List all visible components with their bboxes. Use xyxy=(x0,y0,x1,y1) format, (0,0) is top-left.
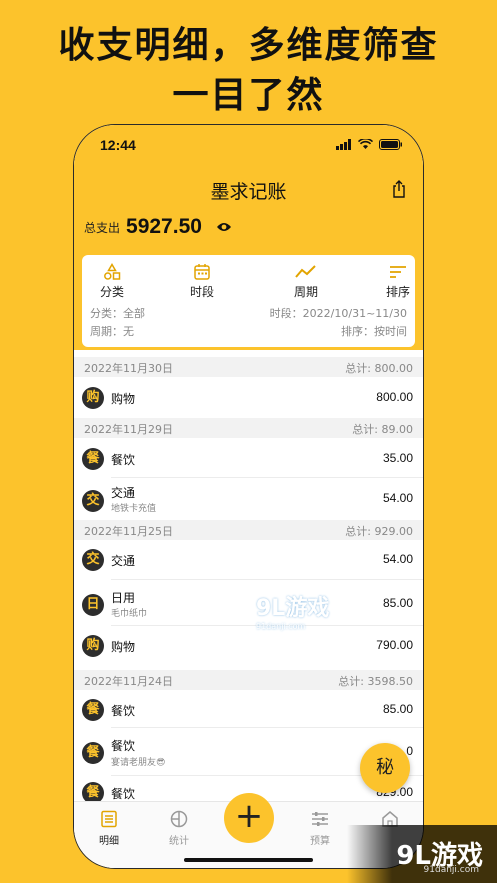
tab-budget[interactable]: 预算 xyxy=(295,810,345,847)
item-name: 餐饮 xyxy=(111,787,136,801)
battery-icon xyxy=(379,139,402,150)
item-amount: 790.00 xyxy=(376,638,413,652)
share-icon[interactable] xyxy=(391,180,407,198)
date-total: 总计: 800.00 xyxy=(345,362,413,375)
category-icon: 购 xyxy=(82,387,104,409)
filter-card: 分类 时段 周期 排序 分类：全部 时段：2022/10/31~11/30 周期… xyxy=(82,255,415,347)
watermark-center-text: 9L游戏 xyxy=(256,596,330,621)
item-amount: 85.00 xyxy=(382,596,413,610)
filter-category-value: 分类：全部 xyxy=(90,307,145,320)
eye-icon[interactable] xyxy=(216,221,232,233)
item-note: 地铁卡充值 xyxy=(111,504,157,514)
filter-tab-label: 时段 xyxy=(189,285,214,299)
watermark-center-sub: 91danji.com xyxy=(256,622,306,631)
date-label: 2022年11月29日 xyxy=(84,423,173,436)
date-label: 2022年11月25日 xyxy=(84,525,173,538)
date-header: 2022年11月30日 总计: 800.00 xyxy=(74,357,423,377)
tab-label: 统计 xyxy=(169,836,189,847)
date-label: 2022年11月30日 xyxy=(84,362,173,375)
filter-info-row1: 分类：全部 时段：2022/10/31~11/30 xyxy=(90,305,407,321)
list-item[interactable]: 日 日用 毛巾纸巾 85.00 xyxy=(74,580,423,626)
trend-icon xyxy=(295,265,316,278)
item-amount: 54.00 xyxy=(382,491,413,505)
filter-info-row2: 周期：无 排序：按时间 xyxy=(90,323,407,339)
date-total: 总计: 929.00 xyxy=(345,525,413,538)
item-name: 日用 xyxy=(111,591,136,605)
status-bar: 12:44 xyxy=(74,133,423,161)
filter-tab-category[interactable]: 分类 xyxy=(82,263,142,300)
category-icon: 交 xyxy=(82,549,104,571)
category-icon: 餐 xyxy=(82,699,104,721)
shapes-icon xyxy=(104,263,121,280)
headline-line1: 收支明细，多维度筛查 xyxy=(58,25,439,66)
tab-stats[interactable]: 统计 xyxy=(154,810,204,847)
signal-icon xyxy=(336,139,351,150)
date-header: 2022年11月24日 总计: 3598.50 xyxy=(74,670,423,690)
headline-line2: 一目了然 xyxy=(172,75,325,116)
item-name: 餐饮 xyxy=(111,453,136,467)
date-total: 总计: 89.00 xyxy=(352,423,413,436)
item-note: 宴请老朋友😎 xyxy=(111,758,166,768)
filter-cycle-value: 周期：无 xyxy=(90,325,134,338)
list-item[interactable]: 餐 餐饮 35.00 xyxy=(74,440,423,478)
date-header: 2022年11月29日 总计: 89.00 xyxy=(74,418,423,438)
category-icon: 餐 xyxy=(82,742,104,764)
item-amount: 54.00 xyxy=(382,552,413,566)
phone-frame: 12:44 墨求记账 总支出 5927.50 分类 时段 周期 排序 分类：全部… xyxy=(73,124,424,869)
watermark-corner-sub: 91danji.com xyxy=(423,865,479,875)
total-expense: 总支出 5927.50 xyxy=(84,215,232,239)
filter-tab-cycle[interactable]: 周期 xyxy=(276,263,336,300)
filter-period-value: 时段：2022/10/31~11/30 xyxy=(269,307,407,320)
date-label: 2022年11月24日 xyxy=(84,675,173,688)
pie-chart-icon xyxy=(170,810,188,828)
category-icon: 日 xyxy=(82,594,104,616)
item-amount: 85.00 xyxy=(382,702,413,716)
watermark-center: 9L游戏 91danji.com xyxy=(256,590,329,631)
list-item[interactable]: 购 购物 800.00 xyxy=(74,379,423,417)
list-icon xyxy=(101,810,117,828)
filter-tab-label: 排序 xyxy=(385,285,410,299)
date-header: 2022年11月25日 总计: 929.00 xyxy=(74,520,423,540)
list-item[interactable]: 交 交通 54.00 xyxy=(74,542,423,580)
filter-sort-value: 排序：按时间 xyxy=(341,325,407,338)
item-name: 餐饮 xyxy=(111,704,136,718)
tab-details[interactable]: 明细 xyxy=(84,810,134,847)
secret-fab-button[interactable]: 秘 xyxy=(360,743,410,793)
tab-label: 预算 xyxy=(310,836,330,847)
total-amount: 5927.50 xyxy=(126,215,202,238)
add-record-button[interactable]: + xyxy=(224,793,274,843)
category-icon: 餐 xyxy=(82,448,104,470)
status-time: 12:44 xyxy=(100,137,136,153)
tab-label: 明细 xyxy=(99,836,119,847)
item-name: 交通 xyxy=(111,486,136,500)
sliders-icon xyxy=(312,812,328,826)
item-name: 购物 xyxy=(111,392,136,406)
filter-tab-label: 分类 xyxy=(99,285,124,299)
item-name: 餐饮 xyxy=(111,739,136,753)
sort-icon xyxy=(390,266,406,278)
watermark-corner: 9L游戏 91danji.com xyxy=(347,825,497,883)
item-name: 交通 xyxy=(111,554,136,568)
transaction-list[interactable]: 2022年11月30日 总计: 800.00 购 购物 800.00 2022年… xyxy=(74,350,423,805)
item-name: 购物 xyxy=(111,640,136,654)
app-screen: 12:44 墨求记账 总支出 5927.50 分类 时段 周期 排序 分类：全部… xyxy=(74,125,423,868)
item-amount: 800.00 xyxy=(376,390,413,404)
filter-tab-label: 周期 xyxy=(293,285,318,299)
date-total: 总计: 3598.50 xyxy=(338,675,413,688)
category-icon: 购 xyxy=(82,635,104,657)
home-indicator xyxy=(184,858,313,862)
app-title: 墨求记账 xyxy=(210,181,287,203)
list-item[interactable]: 餐 餐饮 85.00 xyxy=(74,692,423,728)
filter-tab-sort[interactable]: 排序 xyxy=(368,263,423,300)
filter-tab-period[interactable]: 时段 xyxy=(172,263,232,300)
list-item[interactable]: 交 交通 地铁卡充值 54.00 xyxy=(74,478,423,518)
list-item[interactable]: 购 购物 790.00 xyxy=(74,626,423,664)
category-icon: 交 xyxy=(82,490,104,512)
total-label: 总支出 xyxy=(84,220,121,235)
item-amount: 35.00 xyxy=(382,451,413,465)
wifi-icon xyxy=(358,139,373,149)
calendar-icon xyxy=(194,264,210,280)
item-note: 毛巾纸巾 xyxy=(111,609,148,619)
